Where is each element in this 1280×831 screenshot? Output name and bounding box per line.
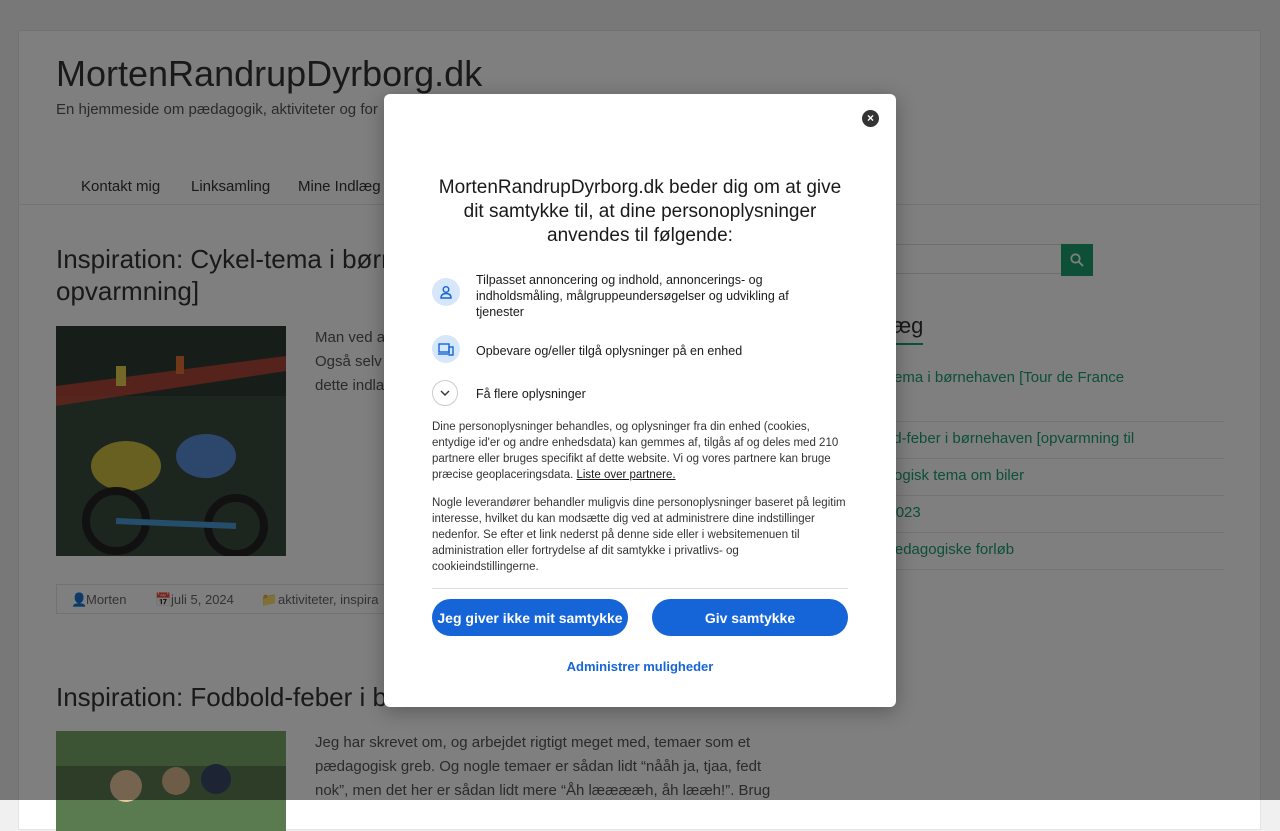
consent-heading: MortenRandrupDyrborg.dk beder dig om at … [438,177,842,246]
person-icon [432,278,460,306]
chevron-down-icon [432,380,458,406]
purpose-text: Opbevare og/eller tilgå oplysninger på e… [476,344,743,358]
divider [432,588,848,589]
decline-button[interactable]: Jeg giver ikke mit samtykke [432,599,628,636]
devices-icon [432,335,460,363]
manage-options-link[interactable]: Administrer muligheder [432,659,848,674]
purpose-text: Tilpasset annoncering og indhold, annonc… [476,273,789,319]
close-icon: × [866,111,874,125]
accept-button[interactable]: Giv samtykke [652,599,848,636]
consent-info-paragraph: Dine personoplysninger behandles, og opl… [432,421,839,481]
consent-dialog: × MortenRandrupDyrborg.dk beder dig om a… [384,94,896,707]
legitimate-interest-paragraph: Nogle leverandører behandler muligvis di… [432,497,846,573]
close-button[interactable]: × [862,110,879,127]
more-info-label: Få flere oplysninger [476,387,586,401]
partners-link[interactable]: Liste over partnere. [576,469,675,481]
